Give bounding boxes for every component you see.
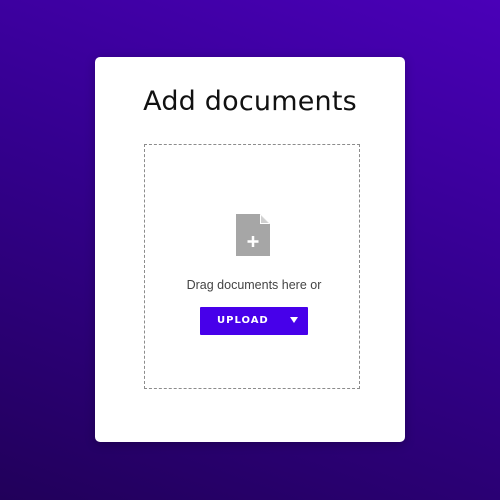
dialog-title: Add documents — [143, 86, 357, 117]
upload-button[interactable]: UPLOAD — [200, 307, 308, 335]
caret-down-icon[interactable] — [290, 317, 298, 323]
document-dropzone[interactable] — [144, 144, 360, 389]
drag-instruction-text: Drag documents here or — [186, 278, 322, 292]
upload-button-label: UPLOAD — [217, 315, 269, 326]
file-add-icon — [236, 214, 270, 256]
